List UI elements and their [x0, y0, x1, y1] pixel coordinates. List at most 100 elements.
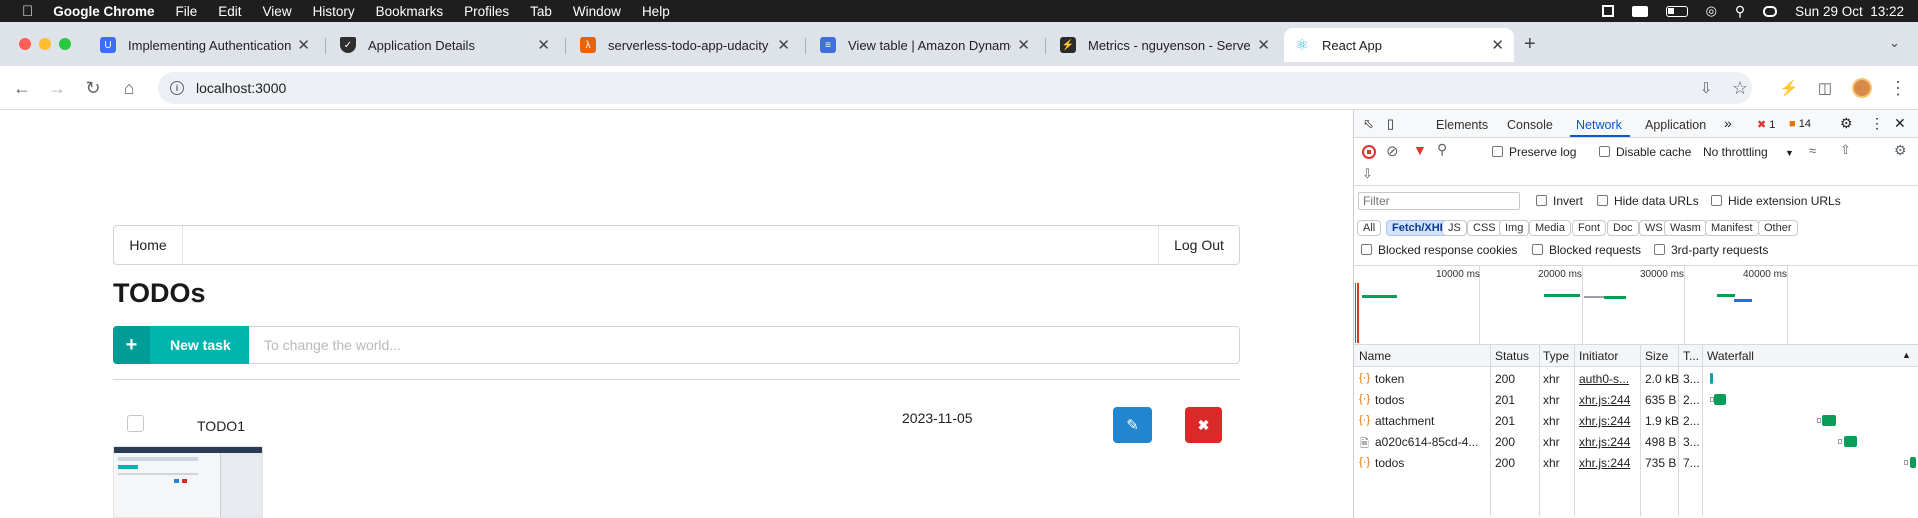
close-icon[interactable]: ✕ [537, 36, 550, 54]
menu-help[interactable]: Help [642, 4, 670, 19]
menubar-clock[interactable]: Sun 29 Oct 13:22 [1795, 4, 1904, 19]
window-zoom-button[interactable] [59, 38, 71, 50]
menu-edit[interactable]: Edit [218, 4, 241, 19]
request-initiator[interactable]: xhr.js:244 [1579, 414, 1637, 428]
request-initiator[interactable]: xhr.js:244 [1579, 393, 1637, 407]
filter-other[interactable]: Other [1758, 220, 1798, 236]
request-initiator[interactable]: xhr.js:244 [1579, 435, 1637, 449]
reload-icon[interactable]: ↻ [81, 76, 105, 100]
close-icon[interactable]: ✕ [297, 36, 310, 54]
apple-icon[interactable]:  [22, 3, 33, 20]
address-url[interactable]: localhost:3000 [196, 80, 286, 96]
install-app-icon[interactable]: ⇩ [1694, 76, 1718, 100]
filter-img[interactable]: Img [1499, 220, 1530, 236]
tab-dynamodb-table[interactable]: ≡ View table | Amazon DynamoDB ✕ [810, 28, 1040, 62]
bookmark-star-icon[interactable]: ☆ [1728, 76, 1752, 100]
delete-todo-button[interactable]: ✖ [1185, 407, 1222, 443]
record-stop-icon[interactable] [1362, 145, 1376, 159]
filter-doc[interactable]: Doc [1607, 220, 1639, 236]
tab-search-chevron-icon[interactable]: ⌄ [1889, 35, 1900, 51]
todo-checkbox[interactable] [127, 415, 144, 432]
device-toolbar-icon[interactable]: ▯ [1387, 116, 1394, 132]
tab-metrics-serverless[interactable]: ⚡ Metrics - nguyenson - Serverless ✕ [1050, 28, 1280, 62]
more-tabs-icon[interactable]: » [1724, 115, 1732, 131]
request-initiator[interactable]: xhr.js:244 [1579, 456, 1637, 470]
extension-icon[interactable]: ⚡ [1777, 76, 1801, 100]
devtools-tab-network[interactable]: Network [1576, 118, 1622, 132]
network-settings-icon[interactable]: ⚙ [1894, 142, 1907, 159]
devtools-tab-console[interactable]: Console [1507, 118, 1553, 132]
wifi-icon[interactable]: ◎ [1706, 3, 1717, 19]
home-link[interactable]: Home [114, 226, 183, 264]
tab-serverless-todo-app[interactable]: λ serverless-todo-app-udacity ✕ [570, 28, 800, 62]
request-initiator[interactable]: auth0-s... [1579, 372, 1637, 386]
import-har-icon[interactable]: ⇧ [1840, 142, 1851, 158]
blocked-cookies-checkbox[interactable]: Blocked response cookies [1361, 243, 1517, 257]
address-bar[interactable]: i localhost:3000 [158, 72, 1752, 104]
filter-media[interactable]: Media [1529, 220, 1571, 236]
throttling-select[interactable]: No throttling ▼ [1703, 145, 1794, 159]
grid-status-icon[interactable] [1601, 5, 1614, 17]
filter-js[interactable]: JS [1442, 220, 1467, 236]
tab-react-app[interactable]: ⚛ React App ✕ [1284, 28, 1514, 62]
battery-icon[interactable] [1665, 5, 1688, 17]
disable-cache-checkbox[interactable]: Disable cache [1599, 145, 1691, 159]
menu-window[interactable]: Window [573, 4, 621, 19]
third-party-checkbox[interactable]: 3rd-party requests [1654, 243, 1768, 257]
invert-checkbox[interactable]: Invert [1536, 194, 1583, 208]
control-center-icon[interactable] [1763, 5, 1778, 17]
side-panel-icon[interactable]: ◫ [1813, 76, 1837, 100]
new-task-input[interactable] [249, 326, 1240, 364]
column-header-status[interactable]: Status [1495, 349, 1529, 363]
site-info-icon[interactable]: i [170, 81, 184, 95]
back-arrow-icon[interactable]: ← [10, 76, 34, 100]
error-count-badge[interactable]: ✖ 1 [1757, 118, 1775, 131]
home-icon[interactable]: ⌂ [117, 76, 141, 100]
close-icon[interactable]: ✕ [1257, 36, 1270, 54]
clear-icon[interactable]: ⊘ [1386, 142, 1399, 160]
close-icon[interactable]: ✕ [1491, 36, 1504, 54]
window-minimize-button[interactable] [39, 38, 51, 50]
column-header-size[interactable]: Size [1645, 349, 1668, 363]
chrome-menu-icon[interactable]: ⋮ [1886, 76, 1910, 100]
settings-gear-icon[interactable]: ⚙ [1840, 115, 1853, 132]
menu-profiles[interactable]: Profiles [464, 4, 509, 19]
table-row[interactable]: {·} todos 201 xhr xhr.js:244 635 B 2... [1354, 389, 1918, 410]
tab-application-details[interactable]: ✓ Application Details ✕ [330, 28, 560, 62]
inspect-element-icon[interactable]: ⬁ [1363, 116, 1374, 132]
more-options-icon[interactable]: ⋮ [1870, 115, 1884, 132]
filter-all[interactable]: All [1357, 220, 1382, 236]
new-tab-button[interactable]: + [1524, 33, 1536, 56]
table-row[interactable]: {·} token 200 xhr auth0-s... 2.0 kB 3... [1354, 368, 1918, 389]
hide-extension-urls-checkbox[interactable]: Hide extension URLs [1711, 194, 1841, 208]
table-row[interactable]: 🗎 a020c614-85cd-4... 200 xhr xhr.js:244 … [1354, 431, 1918, 452]
column-header-name[interactable]: Name [1359, 349, 1391, 363]
preserve-log-checkbox[interactable]: Preserve log [1492, 145, 1576, 159]
new-task-button[interactable]: + New task [113, 326, 249, 364]
logout-button[interactable]: Log Out [1158, 226, 1239, 264]
profile-avatar[interactable] [1852, 78, 1872, 98]
blocked-requests-checkbox[interactable]: Blocked requests [1532, 243, 1641, 257]
search-icon[interactable]: ⚲ [1437, 141, 1447, 158]
forward-arrow-icon[interactable]: → [45, 76, 69, 100]
filter-font[interactable]: Font [1572, 220, 1607, 236]
column-header-waterfall[interactable]: Waterfall [1707, 349, 1754, 363]
close-devtools-icon[interactable]: ✕ [1894, 115, 1906, 132]
column-header-time[interactable]: T... [1683, 349, 1699, 363]
filter-css[interactable]: CSS [1467, 220, 1502, 236]
sort-ascending-icon[interactable]: ▲ [1902, 350, 1911, 360]
menu-history[interactable]: History [313, 4, 355, 19]
menu-bookmarks[interactable]: Bookmarks [376, 4, 444, 19]
edit-todo-button[interactable]: ✎ [1113, 407, 1152, 443]
media-status-icon[interactable] [1631, 5, 1648, 17]
network-conditions-icon[interactable]: ≈ [1809, 143, 1816, 158]
menu-tab[interactable]: Tab [530, 4, 552, 19]
timeline-overview[interactable]: 10000 ms 20000 ms 30000 ms 40000 ms [1354, 265, 1918, 345]
spotlight-search-icon[interactable]: ⚲ [1735, 3, 1745, 20]
devtools-tab-elements[interactable]: Elements [1436, 118, 1488, 132]
tab-implementing-authentication[interactable]: U Implementing Authentication ✕ [90, 28, 320, 62]
close-icon[interactable]: ✕ [777, 36, 790, 54]
warning-count-badge[interactable]: ■ 14 [1789, 118, 1811, 130]
filter-manifest[interactable]: Manifest [1705, 220, 1759, 236]
menu-file[interactable]: File [176, 4, 198, 19]
